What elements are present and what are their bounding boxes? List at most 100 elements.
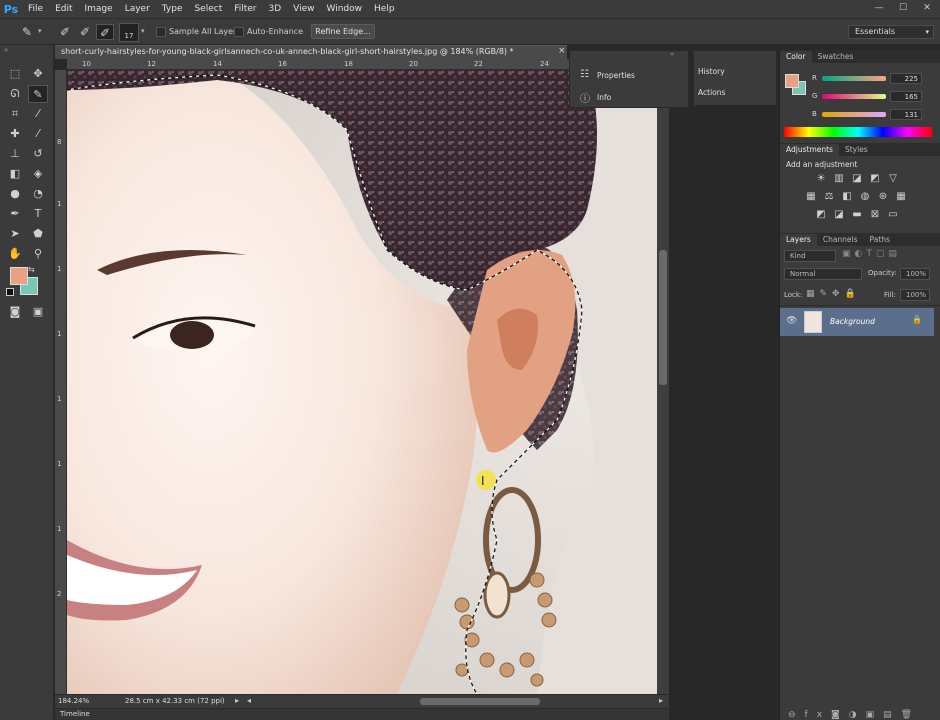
zoom-tool-icon[interactable]: ⚲ xyxy=(28,245,48,263)
menu-view[interactable]: View xyxy=(287,0,320,18)
layer-row-background[interactable]: 👁 Background 🔒 xyxy=(780,308,934,336)
quick-selection-tool-icon[interactable]: ✎ xyxy=(28,85,48,103)
color-lookup-icon[interactable]: ▦ xyxy=(894,191,908,203)
info-icon[interactable]: ⓘ xyxy=(580,90,590,105)
channel-mixer-icon[interactable]: ⊛ xyxy=(876,191,890,203)
dodge-tool-icon[interactable]: ◔ xyxy=(28,185,48,203)
vertical-scroll-thumb[interactable] xyxy=(659,250,667,385)
opacity-field[interactable]: 100% xyxy=(900,268,930,280)
tab-paths[interactable]: Paths xyxy=(864,234,896,246)
scroll-left-icon[interactable]: ◂ xyxy=(247,696,251,705)
tab-color[interactable]: Color xyxy=(780,51,812,63)
swap-colors-icon[interactable]: ⇆ xyxy=(28,265,35,274)
menu-file[interactable]: File xyxy=(22,0,49,18)
menu-help[interactable]: Help xyxy=(368,0,401,18)
curves-icon[interactable]: ◪ xyxy=(850,173,864,185)
default-colors-icon[interactable] xyxy=(6,288,14,296)
move-tool-icon[interactable]: ✥ xyxy=(28,65,48,83)
threshold-icon[interactable]: ▬ xyxy=(850,209,864,221)
auto-enhance-checkbox[interactable] xyxy=(234,27,244,37)
history-brush-tool-icon[interactable]: ↺ xyxy=(28,145,48,163)
new-selection-icon[interactable]: ✐ xyxy=(56,24,74,40)
layer-visibility-eye-icon[interactable]: 👁 xyxy=(786,316,797,326)
layer-filter-icons[interactable]: ▣◐T▢▤ xyxy=(842,249,901,259)
layer-filter-dropdown[interactable]: Kind xyxy=(784,250,836,262)
vibrance-icon[interactable]: ▽ xyxy=(886,173,900,185)
eraser-tool-icon[interactable]: ◧ xyxy=(5,165,25,183)
green-value[interactable]: 165 xyxy=(890,91,922,102)
document-canvas[interactable]: I xyxy=(67,70,657,694)
foreground-color-swatch[interactable] xyxy=(10,267,28,285)
tab-channels[interactable]: Channels xyxy=(817,234,864,246)
gradient-map-icon[interactable]: ▭ xyxy=(886,209,900,221)
add-to-selection-icon[interactable]: ✐ xyxy=(76,24,94,40)
selective-color-icon[interactable]: ⊠ xyxy=(868,209,882,221)
layer-name[interactable]: Background xyxy=(830,317,875,326)
info-panel-button[interactable]: Info xyxy=(597,93,611,102)
blue-slider[interactable] xyxy=(822,112,886,117)
layer-footer-icons[interactable]: ⊖fx◙◑▣▤🗑 xyxy=(788,710,921,720)
blur-tool-icon[interactable]: ● xyxy=(5,185,25,203)
preset-dropdown-icon[interactable]: ▾ xyxy=(38,27,42,35)
shape-tool-icon[interactable]: ⬟ xyxy=(28,225,48,243)
levels-icon[interactable]: ▥ xyxy=(832,173,846,185)
color-spectrum-bar[interactable] xyxy=(784,127,932,137)
pen-tool-icon[interactable]: ✒ xyxy=(5,205,25,223)
brush-size-picker[interactable]: 17 xyxy=(119,23,139,42)
horizontal-scroll-thumb[interactable] xyxy=(420,698,540,705)
tab-styles[interactable]: Styles xyxy=(839,144,874,156)
red-slider[interactable] xyxy=(822,76,886,81)
tab-layers[interactable]: Layers xyxy=(780,234,817,246)
hand-tool-icon[interactable]: ✋ xyxy=(5,245,25,263)
fill-field[interactable]: 100% xyxy=(900,289,930,301)
tab-adjustments[interactable]: Adjustments xyxy=(780,144,839,156)
brightness-contrast-icon[interactable]: ☀ xyxy=(814,173,828,185)
type-tool-icon[interactable]: T xyxy=(28,205,48,223)
black-white-icon[interactable]: ◧ xyxy=(840,191,854,203)
properties-icon[interactable]: ☷ xyxy=(580,69,589,80)
menu-filter[interactable]: Filter xyxy=(228,0,262,18)
clone-stamp-tool-icon[interactable]: ⊥ xyxy=(5,145,25,163)
brush-dropdown-icon[interactable]: ▾ xyxy=(141,27,145,35)
status-menu-icon[interactable]: ▸ xyxy=(235,696,239,705)
color-panel-foreground-swatch[interactable] xyxy=(785,74,799,88)
invert-icon[interactable]: ◩ xyxy=(814,209,828,221)
exposure-icon[interactable]: ◩ xyxy=(868,173,882,185)
paint-bucket-tool-icon[interactable]: ◈ xyxy=(28,165,48,183)
menu-image[interactable]: Image xyxy=(79,0,119,18)
red-value[interactable]: 225 xyxy=(890,73,922,84)
close-button[interactable]: ✕ xyxy=(918,2,936,14)
menu-type[interactable]: Type xyxy=(156,0,189,18)
minimize-button[interactable]: — xyxy=(870,2,888,14)
blend-mode-dropdown[interactable]: Normal xyxy=(784,268,862,280)
eyedropper-tool-icon[interactable]: ⁄ xyxy=(28,105,48,123)
history-panel-button[interactable]: History xyxy=(698,67,725,76)
zoom-level[interactable]: 184.24% xyxy=(58,697,89,705)
actions-panel-button[interactable]: Actions xyxy=(698,88,725,97)
color-balance-icon[interactable]: ⚖ xyxy=(822,191,836,203)
timeline-panel-bar[interactable]: Timeline xyxy=(55,708,669,720)
timeline-tab[interactable]: Timeline xyxy=(60,710,90,718)
menu-layer[interactable]: Layer xyxy=(119,0,156,18)
menu-edit[interactable]: Edit xyxy=(49,0,78,18)
green-slider[interactable] xyxy=(822,94,886,99)
sample-all-layers-checkbox[interactable] xyxy=(156,27,166,37)
scroll-right-icon[interactable]: ▸ xyxy=(659,696,663,705)
marquee-tool-icon[interactable]: ⬚ xyxy=(5,65,25,83)
menu-3d[interactable]: 3D xyxy=(263,0,288,18)
collapse-panels-icon[interactable]: » xyxy=(670,50,674,58)
path-selection-tool-icon[interactable]: ➤ xyxy=(5,225,25,243)
menu-window[interactable]: Window xyxy=(321,0,369,18)
photo-filter-icon[interactable]: ◍ xyxy=(858,191,872,203)
toolbar-collapse-icon[interactable]: » xyxy=(4,46,8,54)
close-tab-icon[interactable]: × xyxy=(558,46,566,56)
properties-panel-button[interactable]: Properties xyxy=(597,71,635,80)
menu-select[interactable]: Select xyxy=(188,0,228,18)
quick-mask-icon[interactable]: ◙ xyxy=(5,303,25,321)
crop-tool-icon[interactable]: ⌗ xyxy=(5,105,25,123)
posterize-icon[interactable]: ◪ xyxy=(832,209,846,221)
brush-tool-icon[interactable]: ⁄ xyxy=(28,125,48,143)
lock-icons[interactable]: ▦✎✥🔒 xyxy=(806,289,861,299)
document-tab[interactable]: short-curly-hairstyles-for-young-black-g… xyxy=(55,45,567,59)
lasso-tool-icon[interactable]: ᘏ xyxy=(5,85,25,103)
